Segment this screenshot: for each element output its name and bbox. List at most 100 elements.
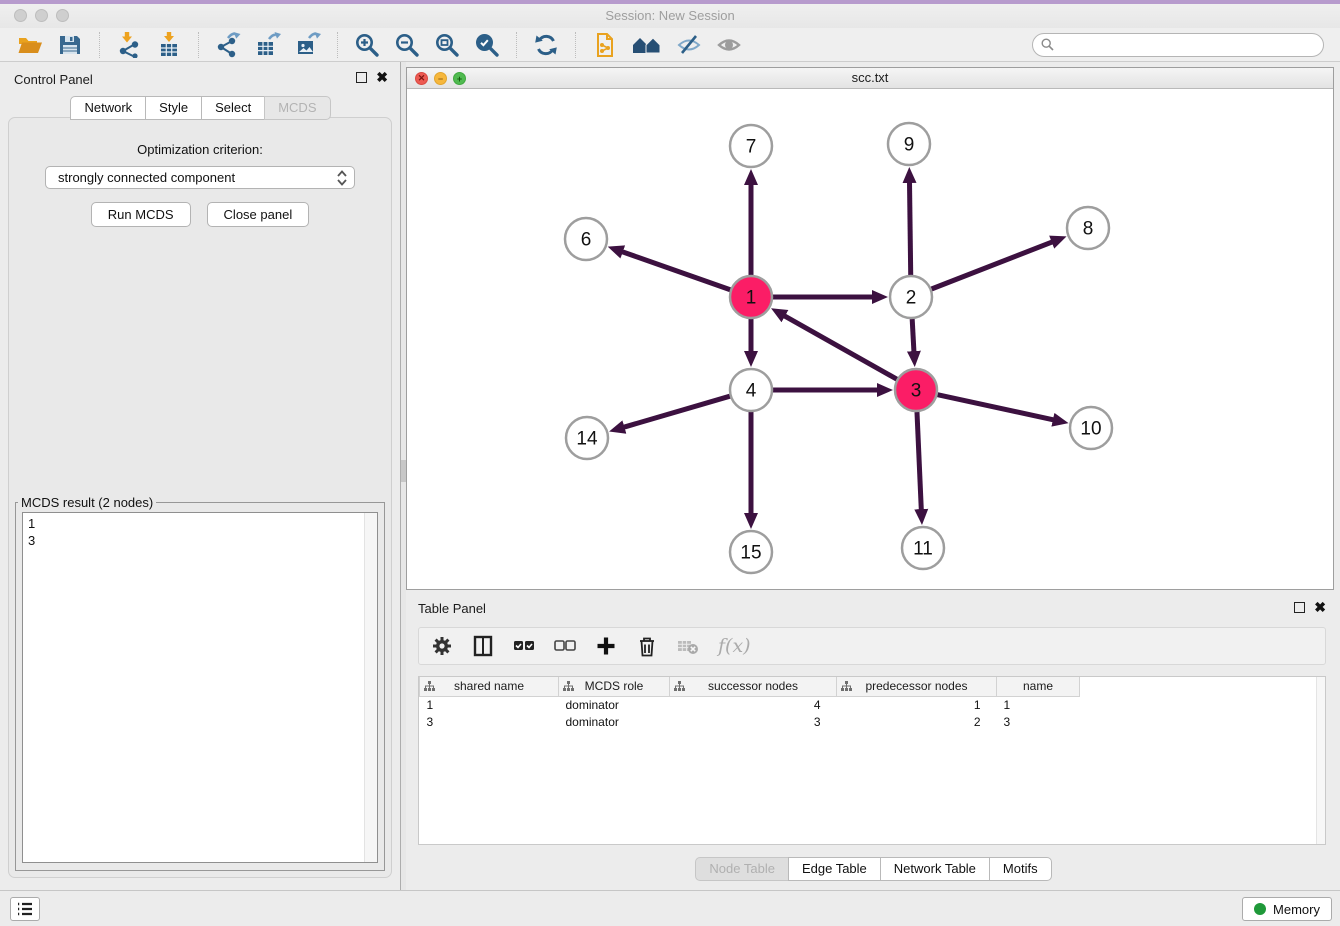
cell-predecessor-nodes[interactable]: 2	[837, 713, 997, 730]
import-network-button[interactable]	[116, 32, 142, 58]
toolbar-separator	[99, 32, 100, 58]
edge-4-14[interactable]	[623, 396, 729, 427]
cell-shared-name[interactable]: 1	[420, 696, 559, 713]
delete-column-button[interactable]	[636, 635, 658, 657]
deselect-all-rows-button[interactable]	[554, 635, 576, 657]
zoom-selected-icon	[474, 32, 500, 58]
close-panel-icon[interactable]: ✖	[376, 71, 388, 83]
column-header-predecessor-nodes[interactable]: predecessor nodes	[837, 677, 997, 696]
maximize-window-button[interactable]	[56, 9, 69, 22]
edge-2-8[interactable]	[931, 242, 1052, 289]
add-column-button[interactable]	[595, 635, 617, 657]
tab-network[interactable]: Network	[70, 96, 146, 120]
cell-successor-nodes[interactable]: 3	[670, 713, 837, 730]
float-table-panel-icon[interactable]	[1294, 602, 1305, 613]
control-panel-title: Control Panel	[14, 72, 93, 87]
table-row[interactable]: 3dominator323	[420, 713, 1080, 730]
table-panel-tabs: Node TableEdge TableNetwork TableMotifs	[406, 857, 1340, 881]
export-image-button[interactable]	[295, 32, 321, 58]
tab-select[interactable]: Select	[201, 96, 265, 120]
delete-table-button[interactable]	[677, 635, 699, 657]
table-settings-button[interactable]	[431, 635, 453, 657]
trash-icon	[636, 635, 658, 657]
refresh-view-button[interactable]	[533, 32, 559, 58]
search-input[interactable]	[1059, 37, 1315, 52]
close-window-button[interactable]	[14, 9, 27, 22]
new-network-from-selection-button[interactable]	[592, 32, 618, 58]
column-header-shared-name[interactable]: shared name	[420, 677, 559, 696]
node-table-grid[interactable]: shared nameMCDS rolesuccessor nodesprede…	[419, 677, 1080, 730]
mcds-panel: Optimization criterion: strongly connect…	[8, 117, 392, 878]
control-panel: Control Panel ✖ NetworkStyleSelectMCDS O…	[0, 62, 400, 890]
control-panel-tabs: NetworkStyleSelectMCDS	[0, 96, 400, 120]
zoom-selected-button[interactable]	[474, 32, 500, 58]
select-all-rows-button[interactable]	[513, 635, 535, 657]
cell-name[interactable]: 3	[997, 713, 1080, 730]
edge-2-3[interactable]	[912, 319, 914, 352]
network-minimize-button[interactable]: −	[434, 72, 447, 85]
network-close-button[interactable]: ✕	[415, 72, 428, 85]
cell-name[interactable]: 1	[997, 696, 1080, 713]
float-panel-icon[interactable]	[356, 72, 367, 83]
node-label-7: 7	[746, 137, 757, 158]
open-file-button[interactable]	[17, 32, 43, 58]
hide-selected-button[interactable]	[676, 32, 702, 58]
column-header-MCDS-role[interactable]: MCDS role	[559, 677, 670, 696]
zoom-in-button[interactable]	[354, 32, 380, 58]
cell-shared-name[interactable]: 3	[420, 713, 559, 730]
show-all-button[interactable]	[716, 32, 742, 58]
node-table: shared nameMCDS rolesuccessor nodesprede…	[418, 676, 1326, 845]
close-table-panel-icon[interactable]: ✖	[1314, 601, 1326, 613]
cell-MCDS-role[interactable]: dominator	[559, 713, 670, 730]
export-network-button[interactable]	[215, 32, 241, 58]
table-scrollbar[interactable]	[1316, 677, 1325, 844]
edge-2-9[interactable]	[909, 182, 910, 275]
tab-mcds[interactable]: MCDS	[264, 96, 330, 120]
zoom-fit-button[interactable]	[434, 32, 460, 58]
eye-icon	[716, 32, 742, 58]
run-mcds-button[interactable]: Run MCDS	[91, 202, 191, 227]
hide-eye-icon	[676, 32, 702, 58]
cell-successor-nodes[interactable]: 4	[670, 696, 837, 713]
task-history-button[interactable]	[10, 897, 40, 921]
manage-columns-button[interactable]	[472, 635, 494, 657]
network-maximize-button[interactable]: +	[453, 72, 466, 85]
tab-node-table[interactable]: Node Table	[695, 857, 789, 881]
result-scrollbar[interactable]	[364, 513, 377, 862]
memory-button[interactable]: Memory	[1242, 897, 1332, 921]
gear-icon	[431, 635, 453, 657]
save-icon	[57, 32, 83, 58]
column-type-icon	[674, 681, 685, 692]
table-row[interactable]: 1dominator411	[420, 696, 1080, 713]
apply-function-button[interactable]: f(x)	[718, 635, 751, 657]
column-header-name[interactable]: name	[997, 677, 1080, 696]
tab-motifs[interactable]: Motifs	[989, 857, 1052, 881]
network-graph[interactable]: 7968124314101511	[407, 89, 1333, 589]
import-table-button[interactable]	[156, 32, 182, 58]
network-window: ✕ − + scc.txt 7968124314101511	[406, 67, 1334, 590]
column-header-successor-nodes[interactable]: successor nodes	[670, 677, 837, 696]
criterion-select[interactable]: strongly connected component	[45, 166, 355, 189]
toolbar-separator	[337, 32, 338, 58]
mcds-result-area[interactable]: 1 3	[22, 512, 378, 863]
tab-style[interactable]: Style	[145, 96, 202, 120]
node-label-2: 2	[906, 288, 917, 309]
cell-MCDS-role[interactable]: dominator	[559, 696, 670, 713]
edge-1-6[interactable]	[622, 252, 730, 290]
save-session-button[interactable]	[57, 32, 83, 58]
edge-3-11[interactable]	[917, 412, 921, 510]
cell-predecessor-nodes[interactable]: 1	[837, 696, 997, 713]
edge-3-1[interactable]	[784, 316, 897, 380]
open-folder-icon	[17, 32, 43, 58]
checked-boxes-icon	[513, 635, 535, 657]
zoom-out-button[interactable]	[394, 32, 420, 58]
close-panel-button[interactable]: Close panel	[207, 202, 310, 227]
tab-network-table[interactable]: Network Table	[880, 857, 990, 881]
tab-edge-table[interactable]: Edge Table	[788, 857, 881, 881]
export-table-button[interactable]	[255, 32, 281, 58]
first-neighbors-button[interactable]	[632, 32, 662, 58]
node-label-9: 9	[904, 135, 915, 156]
edge-3-10[interactable]	[937, 395, 1053, 420]
delete-table-icon	[677, 635, 699, 657]
minimize-window-button[interactable]	[35, 9, 48, 22]
